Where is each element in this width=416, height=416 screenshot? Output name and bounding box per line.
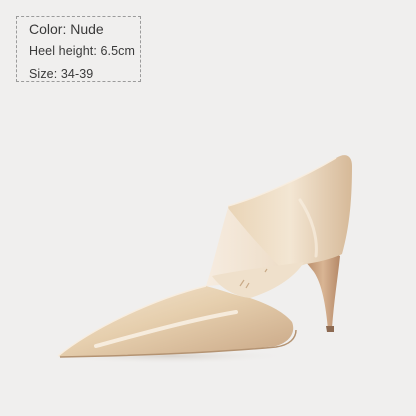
heel: [306, 253, 340, 330]
spec-info-box: Color: Nude Heel height: 6.5cm Size: 34-…: [16, 16, 141, 82]
product-image: Color: Nude Heel height: 6.5cm Size: 34-…: [0, 0, 416, 416]
size-spec: Size: 34-39: [29, 67, 94, 81]
color-spec: Color: Nude: [29, 21, 104, 37]
shoe-vamp: [58, 286, 294, 358]
heel-height-spec: Heel height: 6.5cm: [29, 44, 136, 58]
